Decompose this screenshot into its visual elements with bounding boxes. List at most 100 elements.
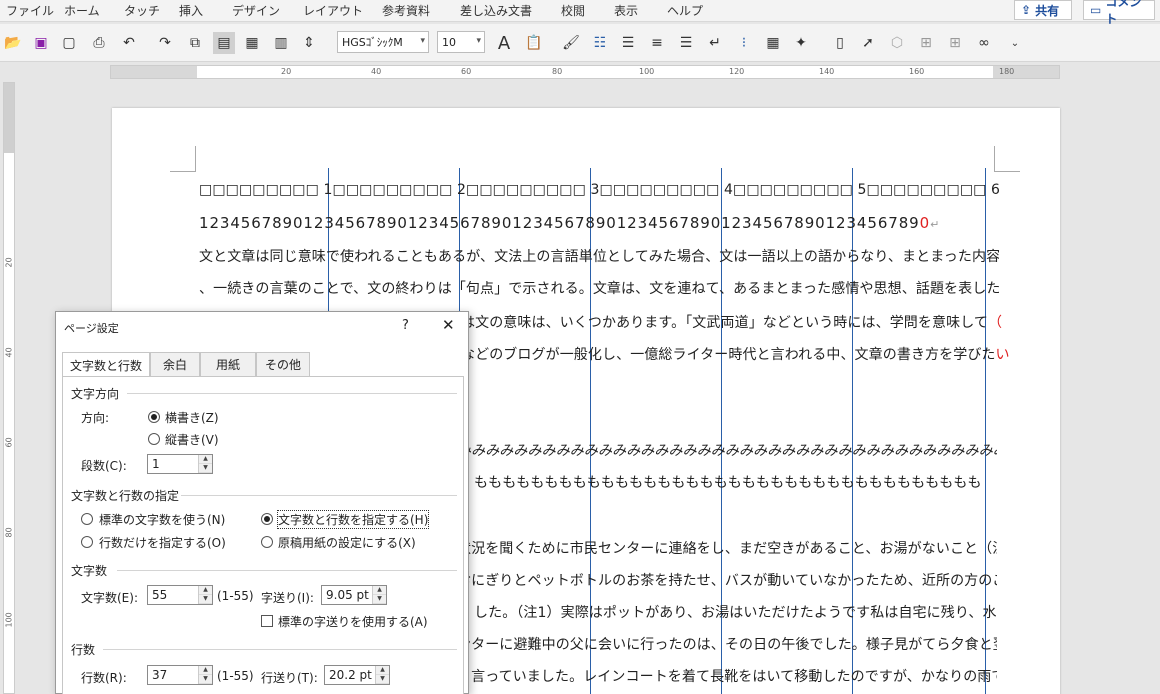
radio-horizontal-label[interactable]: 横書き(Z): [165, 409, 219, 426]
line-text: 状況を聞くために市民センターに連絡をし、まだ空きがあること、お湯がないこと（注1: [457, 541, 997, 557]
dialog-title: ページ設定: [64, 322, 119, 335]
chevron-down-icon: ▾: [420, 36, 425, 46]
align-right-icon[interactable]: ☰: [675, 32, 697, 54]
draft-view-icon[interactable]: ▥: [270, 32, 292, 54]
stepper-buttons[interactable]: ▲ ▼: [198, 666, 212, 684]
font-size-select[interactable]: 10 ▾: [437, 31, 485, 53]
tab-paper[interactable]: 用紙: [200, 352, 256, 376]
divider: [127, 393, 457, 394]
open-folder-icon[interactable]: 📂: [2, 32, 24, 54]
radio-manuscript-label[interactable]: 原稿用紙の設定にする(X): [278, 534, 416, 551]
pointer-icon[interactable]: ➚: [857, 32, 879, 54]
distributed-icon[interactable]: ⁝: [733, 32, 755, 54]
line-text: した。（注1）実際はポットがあり、お湯はいただけたようです私は自宅に残り、水道局: [474, 605, 996, 621]
help-icon[interactable]: ?: [402, 318, 409, 333]
chevron-down-icon[interactable]: ▼: [199, 595, 212, 604]
radio-specify-chars-lines-label[interactable]: 文字数と行数を指定する(H): [276, 510, 430, 529]
doc-line-12: ンターに避難中の父に会いに行ったのは、その日の午後でした。様子見がてら夕食と翌日: [457, 634, 997, 654]
radio-vertical-label[interactable]: 縦書き(V): [165, 431, 219, 448]
close-icon[interactable]: ✕: [442, 316, 455, 334]
lines-stepper[interactable]: 37 ▲ ▼: [147, 665, 213, 685]
chevron-up-icon[interactable]: ▲: [373, 586, 386, 595]
chevron-up-icon[interactable]: ▲: [199, 455, 212, 464]
comment-button[interactable]: ▭ コメント: [1083, 0, 1155, 26]
font-name-select[interactable]: HGSｺﾞｼｯｸM ▾: [337, 31, 429, 53]
wrap-text-icon[interactable]: ↵: [704, 32, 726, 54]
chars-stepper[interactable]: 55 ▲ ▼: [147, 585, 213, 605]
chevron-down-icon[interactable]: ▼: [199, 464, 212, 473]
chevron-up-icon[interactable]: ▲: [199, 586, 212, 595]
tab-review[interactable]: 校閲: [561, 2, 585, 19]
horizontal-ruler[interactable]: 20 40 60 80 100 120 140 160 180: [110, 65, 1060, 79]
line-spacing-icon[interactable]: ⇕: [298, 32, 320, 54]
align-center-icon[interactable]: ≡: [646, 32, 668, 54]
shape-icon[interactable]: ⬡: [886, 32, 908, 54]
tab-margins[interactable]: 余白: [150, 352, 200, 376]
radio-horizontal[interactable]: [148, 411, 160, 423]
ruler-tick: 80: [552, 67, 563, 76]
chevron-down-icon[interactable]: ▼: [376, 675, 389, 684]
tab-touch[interactable]: タッチ: [124, 2, 160, 19]
tab-help[interactable]: ヘルプ: [667, 2, 703, 19]
page-setup-icon[interactable]: ☷: [589, 32, 611, 54]
doc-line-7: みみみみみみみみみみみみみみみみみみみみみみみみみみみみみみみみみみみみみみみみ…: [457, 440, 997, 460]
select-icon[interactable]: ✦: [790, 32, 812, 54]
align-left-icon[interactable]: ☰: [617, 32, 639, 54]
tab-chars-lines[interactable]: 文字数と行数: [62, 352, 150, 377]
stepper-buttons[interactable]: ▲ ▼: [375, 666, 389, 684]
radio-standard-chars[interactable]: [81, 513, 93, 525]
comment-label: コメント: [1105, 0, 1142, 26]
chevron-up-icon[interactable]: ▲: [199, 666, 212, 675]
radio-lines-only[interactable]: [81, 536, 93, 548]
tab-mailings[interactable]: 差し込み文書: [460, 2, 532, 19]
redo-icon[interactable]: ↷: [154, 32, 176, 54]
table-icon[interactable]: ▦: [762, 32, 784, 54]
paste-icon[interactable]: 📋: [523, 32, 545, 54]
chevron-up-icon[interactable]: ▲: [376, 666, 389, 675]
new-folder-icon[interactable]: ▢: [58, 32, 80, 54]
tab-other[interactable]: その他: [256, 352, 310, 376]
stepper-buttons[interactable]: ▲ ▼: [198, 586, 212, 604]
table-grid-icon[interactable]: ⊞: [944, 32, 966, 54]
customize-icon[interactable]: ⌄: [1004, 32, 1026, 54]
lines-range: (1-55): [217, 669, 254, 683]
vertical-ruler-margin: [4, 83, 14, 153]
link-icon[interactable]: ∞: [973, 32, 995, 54]
tab-home[interactable]: ホーム: [64, 2, 100, 19]
tab-file[interactable]: ファイル: [6, 2, 54, 19]
print-preview-icon[interactable]: ⎙: [88, 32, 110, 54]
crop-mark-top-right: [994, 146, 1020, 172]
grid-icon[interactable]: ⊞: [915, 32, 937, 54]
chevron-down-icon[interactable]: ▼: [373, 595, 386, 604]
radio-manuscript[interactable]: [261, 536, 273, 548]
radio-standard-chars-label[interactable]: 標準の文字数を使う(N): [99, 511, 225, 528]
tab-design[interactable]: デザイン: [232, 2, 280, 19]
page-icon[interactable]: ▯: [829, 32, 851, 54]
doc-line-5: は文の意味は、いくつかあります。「文武両道」などという時には、学問を意味して（: [461, 312, 1002, 332]
chevron-down-icon[interactable]: ▼: [199, 675, 212, 684]
undo-icon[interactable]: ↶: [118, 32, 140, 54]
font-grow-icon[interactable]: A: [493, 32, 515, 54]
web-layout-icon[interactable]: ▦: [241, 32, 263, 54]
format-painter-icon[interactable]: 🖌: [560, 32, 582, 54]
save-icon[interactable]: ▣: [30, 32, 52, 54]
line-pitch-stepper[interactable]: 20.2 pt ▲ ▼: [324, 665, 390, 685]
tab-insert[interactable]: 挿入: [179, 2, 203, 19]
standard-pitch-label[interactable]: 標準の字送りを使用する(A): [278, 613, 428, 630]
format-painter-doc-icon[interactable]: ⧉: [184, 32, 206, 54]
vertical-ruler[interactable]: 20 40 60 80 100: [0, 82, 18, 694]
stepper-buttons[interactable]: ▲ ▼: [198, 455, 212, 473]
radio-lines-only-label[interactable]: 行数だけを指定する(O): [99, 534, 226, 551]
line-text: ンターに避難中の父に会いに行ったのは、その日の午後でした。様子見がてら夕食と翌日: [457, 637, 997, 653]
char-pitch-stepper[interactable]: 9.05 pt ▲ ▼: [321, 585, 387, 605]
tab-view[interactable]: 表示: [614, 2, 638, 19]
columns-stepper[interactable]: 1 ▲ ▼: [147, 454, 213, 474]
radio-specify-chars-lines[interactable]: [261, 513, 273, 525]
standard-pitch-checkbox[interactable]: [261, 615, 273, 627]
tab-references[interactable]: 参考資料: [382, 2, 430, 19]
print-layout-icon[interactable]: ▤: [213, 32, 235, 54]
tab-layout[interactable]: レイアウト: [303, 2, 363, 19]
radio-vertical[interactable]: [148, 433, 160, 445]
share-button[interactable]: ⇪ 共有: [1014, 0, 1072, 20]
stepper-buttons[interactable]: ▲ ▼: [372, 586, 386, 604]
